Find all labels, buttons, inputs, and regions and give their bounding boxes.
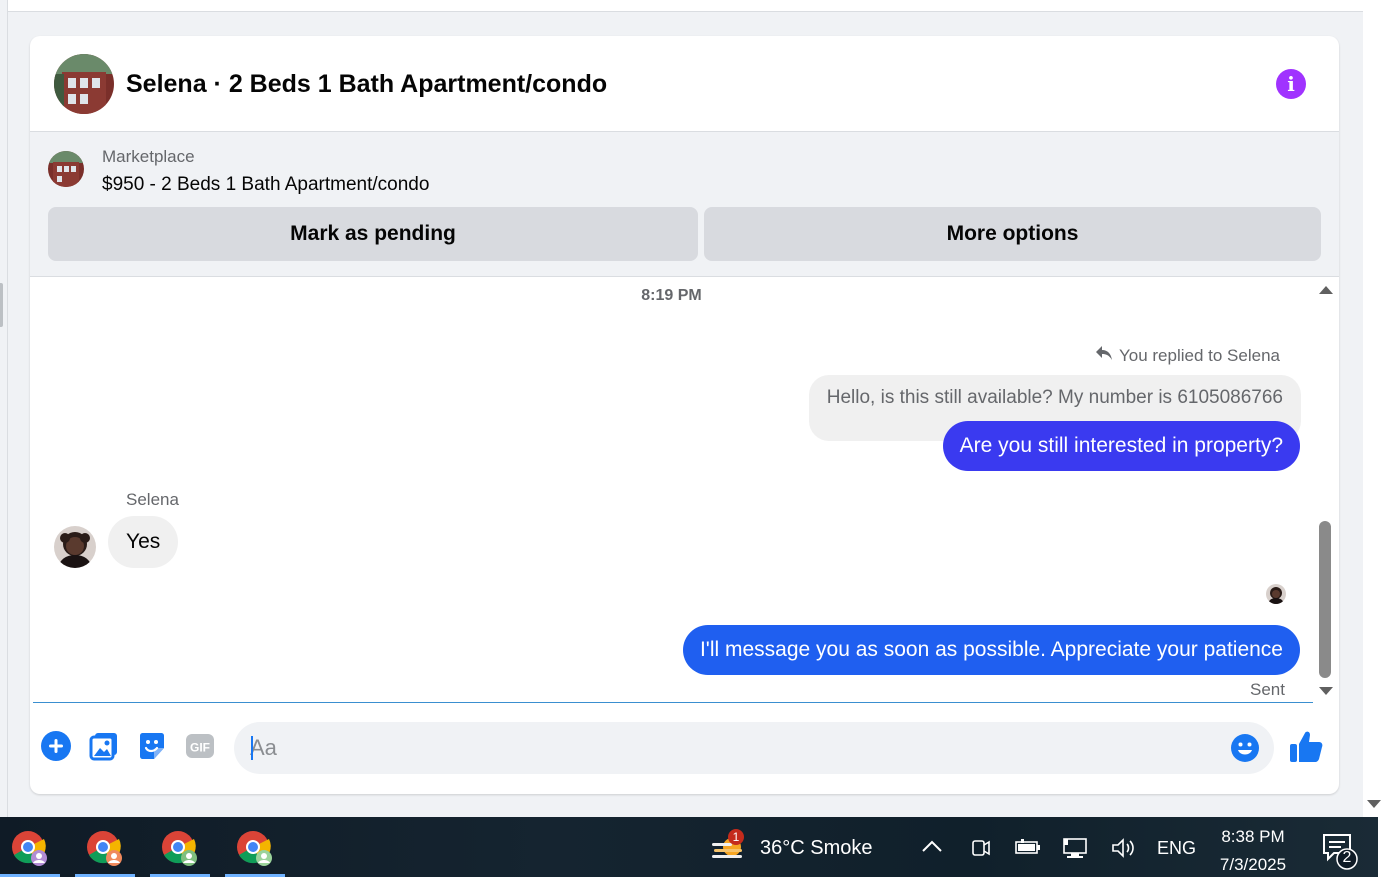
listing-title[interactable]: $950 - 2 Beds 1 Bath Apartment/condo <box>102 174 429 196</box>
svg-text:GIF: GIF <box>190 741 210 755</box>
meet-now-icon[interactable] <box>971 837 991 864</box>
notification-center-icon[interactable]: 2 <box>1320 831 1360 871</box>
message-input[interactable] <box>250 730 1210 766</box>
chat-header: Selena · 2 Beds 1 Bath Apartment/condo i <box>30 36 1339 132</box>
left-panel-edge <box>0 0 8 817</box>
listing-source: Marketplace <box>102 147 195 166</box>
marketplace-listing-panel: Marketplace $950 - 2 Beds 1 Bath Apartme… <box>30 132 1339 277</box>
message-input-container[interactable] <box>234 722 1274 774</box>
seen-avatar <box>1266 584 1286 604</box>
reply-icon <box>1095 345 1113 366</box>
message-composer: GIF <box>30 703 1339 794</box>
reply-indicator: You replied to Selena <box>1095 345 1280 366</box>
language-indicator[interactable]: ENG <box>1157 838 1196 859</box>
more-options-button[interactable]: More options <box>704 207 1321 261</box>
thumbs-up-icon[interactable] <box>1288 729 1324 765</box>
scrollbar-thumb[interactable] <box>1319 521 1331 678</box>
mark-as-pending-button[interactable]: Mark as pending <box>48 207 698 261</box>
sender-avatar[interactable] <box>54 526 96 568</box>
outgoing-message[interactable]: Are you still interested in property? <box>942 421 1300 471</box>
gif-icon[interactable]: GIF <box>184 730 216 762</box>
clock-time: 8:38 PM <box>1221 827 1285 846</box>
scroll-up-arrow[interactable] <box>1319 286 1333 294</box>
chevron-up-icon[interactable] <box>921 839 943 858</box>
system-clock[interactable]: 8:38 PM 7/3/2025 <box>1212 823 1294 877</box>
listing-thumbnail[interactable] <box>48 151 84 187</box>
photo-icon[interactable] <box>88 730 120 762</box>
taskbar-chrome-app-1[interactable] <box>0 817 60 877</box>
browser-top-bar <box>8 0 1363 12</box>
scroll-down-arrow[interactable] <box>1319 687 1333 695</box>
thread-scrollbar[interactable] <box>1313 278 1339 702</box>
network-icon[interactable] <box>1062 837 1088 864</box>
reply-indicator-label: You replied to Selena <box>1118 345 1280 365</box>
page-scroll-down-arrow[interactable] <box>1367 800 1381 808</box>
text-caret <box>251 736 253 760</box>
info-icon[interactable]: i <box>1276 69 1306 99</box>
outgoing-message[interactable]: I'll message you as soon as possible. Ap… <box>682 625 1300 675</box>
taskbar-chrome-app-2[interactable] <box>75 817 135 877</box>
page-scrollbar-track[interactable] <box>1363 0 1386 817</box>
incoming-message[interactable]: Yes <box>108 516 179 568</box>
screen-edge <box>1378 817 1386 877</box>
left-panel-handle[interactable] <box>0 283 3 327</box>
clock-date: 7/3/2025 <box>1219 855 1287 874</box>
emoji-icon[interactable] <box>1230 733 1260 763</box>
sticker-icon[interactable] <box>136 730 168 762</box>
sent-status: Sent <box>1250 680 1285 699</box>
windows-taskbar: 1 36°C Smoke ENG 8:38 PM 7/3/2025 2 <box>0 817 1386 877</box>
notification-count: 2 <box>1342 849 1352 866</box>
chrome-icon <box>87 831 122 866</box>
taskbar-chrome-app-4[interactable] <box>225 817 285 877</box>
chrome-icon <box>12 831 47 866</box>
chrome-icon <box>162 831 197 866</box>
chat-title[interactable]: Selena · 2 Beds 1 Bath Apartment/condo <box>126 70 607 99</box>
plus-icon[interactable] <box>40 730 72 762</box>
weather-text[interactable]: 36°C Smoke <box>760 837 873 860</box>
message-timestamp: 8:19 PM <box>641 287 702 304</box>
battery-icon[interactable] <box>1015 839 1041 860</box>
chat-window: Selena · 2 Beds 1 Bath Apartment/condo i… <box>30 36 1339 794</box>
volume-icon[interactable] <box>1111 837 1137 864</box>
sender-name: Selena <box>126 490 179 509</box>
taskbar-chrome-app-3[interactable] <box>150 817 210 877</box>
weather-badge: 1 <box>728 829 744 845</box>
chrome-icon <box>237 831 272 866</box>
listing-avatar[interactable] <box>54 54 114 114</box>
message-thread: 8:19 PM You replied to Selena Hello, is … <box>30 278 1313 702</box>
